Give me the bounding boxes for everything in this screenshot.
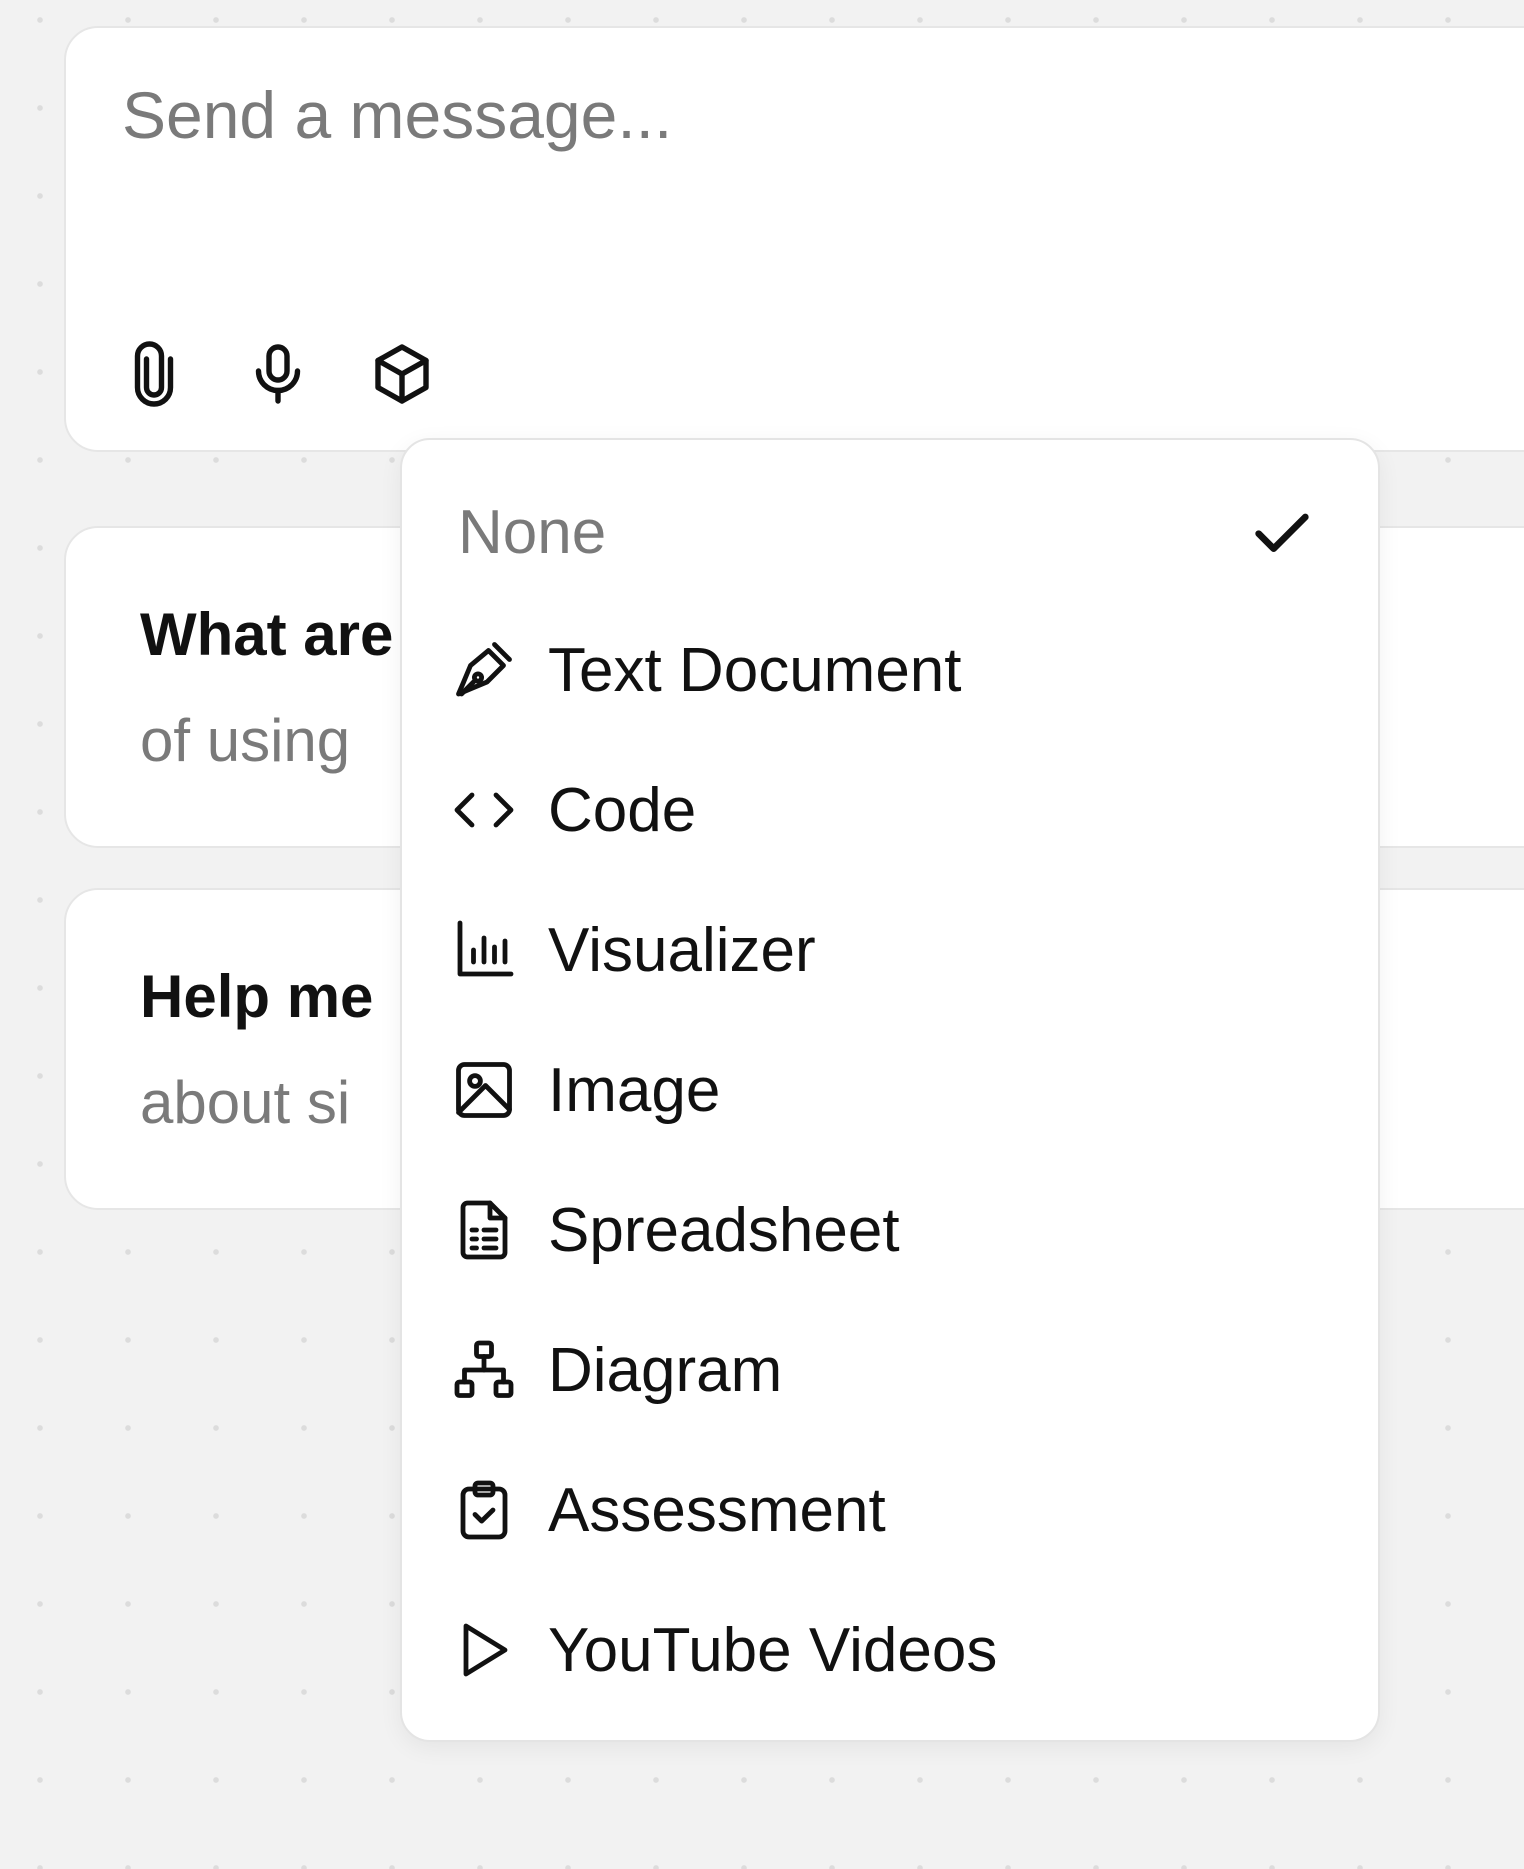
suggestion-title: Help me [140, 963, 374, 1030]
suggestion-subtitle: of using [140, 707, 351, 774]
cube-icon [366, 338, 438, 415]
message-composer [64, 26, 1524, 452]
menu-item-label: Text Document [548, 635, 962, 705]
menu-item-none[interactable]: None [442, 470, 1342, 594]
diagram-icon [442, 1328, 526, 1412]
menu-item-code[interactable]: Code [442, 748, 1342, 872]
check-icon [1242, 492, 1322, 572]
menu-item-assessment[interactable]: Assessment [442, 1448, 1342, 1572]
menu-item-label: Code [548, 775, 697, 845]
menu-item-spreadsheet[interactable]: Spreadsheet [442, 1168, 1342, 1292]
menu-item-image[interactable]: Image [442, 1028, 1342, 1152]
menu-item-text-document[interactable]: Text Document [442, 608, 1342, 732]
attach-button[interactable] [112, 334, 196, 418]
code-icon [442, 768, 526, 852]
menu-item-youtube-videos[interactable]: YouTube Videos [442, 1588, 1342, 1712]
menu-item-label: Visualizer [548, 915, 816, 985]
menu-item-label: YouTube Videos [548, 1615, 998, 1685]
paperclip-icon [118, 338, 190, 415]
spreadsheet-icon [442, 1188, 526, 1272]
suggestion-title: What are [140, 601, 394, 668]
voice-input-button[interactable] [236, 334, 320, 418]
pen-icon [442, 628, 526, 712]
tool-type-dropdown: None Text Document Code Visualizer Image… [400, 438, 1380, 1742]
menu-item-label: Image [548, 1055, 721, 1125]
clipboard-check-icon [442, 1468, 526, 1552]
play-icon [442, 1608, 526, 1692]
menu-item-label: None [458, 497, 607, 567]
tool-select-button[interactable] [360, 334, 444, 418]
bar-chart-icon [442, 908, 526, 992]
image-icon [442, 1048, 526, 1132]
suggestion-subtitle: about si [140, 1069, 351, 1136]
menu-item-label: Spreadsheet [548, 1195, 900, 1265]
menu-item-diagram[interactable]: Diagram [442, 1308, 1342, 1432]
microphone-icon [242, 338, 314, 415]
message-input[interactable] [122, 76, 1422, 156]
menu-item-label: Diagram [548, 1335, 783, 1405]
menu-item-label: Assessment [548, 1475, 886, 1545]
menu-item-visualizer[interactable]: Visualizer [442, 888, 1342, 1012]
